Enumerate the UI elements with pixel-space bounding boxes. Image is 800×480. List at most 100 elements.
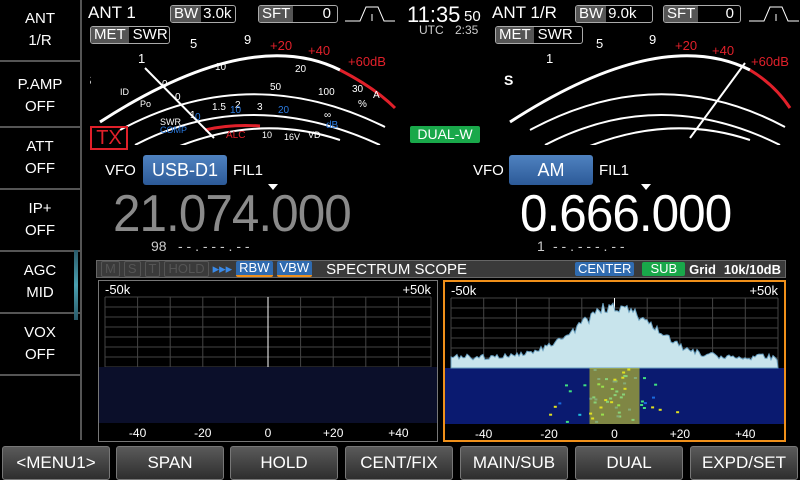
id-label: ID: [120, 87, 130, 97]
tick: +60dB: [348, 54, 386, 69]
span-right-label: +50k: [749, 283, 778, 298]
sub-vfo-label: VFO: [473, 162, 504, 179]
sub-filter[interactable]: FIL1: [599, 162, 629, 179]
tick: 100: [318, 87, 335, 98]
tick: +60dB: [751, 54, 789, 69]
main-bw[interactable]: BW 3.0k: [170, 5, 236, 23]
bw-value: 3.0k: [201, 6, 236, 22]
sidebar-scrollbar[interactable]: [74, 250, 78, 320]
tick: +40: [712, 43, 734, 58]
label: ATT: [0, 136, 80, 158]
label: P.AMP: [0, 74, 80, 96]
x-tick-label: -40: [129, 426, 147, 440]
tick: 5: [190, 36, 197, 51]
sidebar-item-preamp[interactable]: P.AMP OFF: [0, 66, 80, 128]
waterfall-signal: [565, 384, 568, 386]
value: OFF: [0, 96, 80, 118]
tick: dB: [326, 120, 339, 131]
sidebar-item-att[interactable]: ATT OFF: [0, 128, 80, 190]
expd-set-button[interactable]: EXPD/SET: [690, 446, 798, 480]
label: VOX: [0, 322, 80, 344]
sidebar: ANT 1/R P.AMP OFF ATT OFF IP+ OFF AGC MID VOX…: [0, 0, 82, 440]
tick: 9: [649, 32, 656, 47]
po-label: Po: [140, 99, 151, 109]
sub-sft[interactable]: SFT 0: [663, 5, 741, 23]
sweep-speed-icon: ▸▸▸: [213, 261, 233, 277]
sidebar-item-antenna[interactable]: ANT 1/R: [0, 0, 80, 62]
x-tick-label: +40: [388, 426, 409, 440]
main-sub-button[interactable]: MAIN/SUB: [460, 446, 568, 480]
main-frequency[interactable]: 21.074.000: [113, 184, 351, 244]
bw-label: BW: [171, 6, 201, 22]
grid-value: 10k/10dB: [724, 262, 781, 277]
sub-bw[interactable]: BW 9.0k: [575, 5, 653, 23]
sub-spectrum[interactable]: -50k +50k -40 -20 0 +20 +40: [445, 282, 784, 440]
tick: 10: [262, 130, 272, 140]
rbw-button[interactable]: RBW: [236, 261, 272, 277]
waterfall-signal: [558, 402, 561, 404]
waterfall-signal: [569, 390, 572, 392]
tick: VD: [308, 130, 321, 140]
tick: 1: [546, 51, 553, 66]
value: OFF: [0, 158, 80, 180]
label: AGC: [0, 260, 80, 282]
sub-mode-button[interactable]: AM: [509, 155, 593, 185]
x-tick-label: +20: [323, 426, 344, 440]
value: OFF: [0, 220, 80, 242]
tick: %: [358, 99, 367, 110]
main-spectrum[interactable]: -50k +50k -40 -20 0 +20 +40: [99, 281, 437, 441]
alc-label: ALC: [226, 130, 245, 141]
waterfall-signal: [566, 421, 569, 423]
sub-scope[interactable]: -50k +50k -40 -20 0 +20 +40: [443, 280, 786, 442]
tick: 16V: [284, 132, 300, 142]
main-memory-channel: 98: [151, 238, 167, 254]
tick: 5: [596, 36, 603, 51]
sub-badge[interactable]: SUB: [642, 262, 685, 276]
label: ANT: [0, 8, 80, 30]
x-tick-label: -40: [475, 427, 493, 440]
sub-frequency[interactable]: 0.666.000: [520, 184, 731, 244]
sub-antenna: ANT 1/R: [492, 3, 557, 23]
sft-label: SFT: [259, 6, 293, 22]
sft-value: 0: [698, 6, 740, 22]
value: MID: [0, 282, 80, 304]
sub-memory-channel: 1: [537, 238, 545, 254]
main-memo-name: - - . - - - . - -: [178, 238, 250, 254]
tick: 3: [257, 102, 263, 113]
spectrum-trace: [451, 303, 778, 368]
utc-time: 2:35: [455, 23, 478, 37]
tick: 20: [295, 64, 307, 75]
sidebar-item-agc[interactable]: AGC MID: [0, 252, 80, 314]
waterfall-signal: [654, 384, 657, 386]
main-vfo-label: VFO: [105, 162, 136, 179]
vbw-button[interactable]: VBW: [277, 261, 313, 277]
tick: +20: [675, 38, 697, 53]
hold-button[interactable]: HOLD: [230, 446, 338, 480]
menu-button[interactable]: <MENU1>: [2, 446, 110, 480]
bw-value: 9.0k: [606, 6, 652, 22]
tick: 30: [352, 84, 364, 95]
main-filter[interactable]: FIL1: [233, 162, 263, 179]
span-button[interactable]: SPAN: [116, 446, 224, 480]
waterfall-signal: [583, 384, 586, 386]
indicator-m: M: [101, 261, 120, 277]
dual-watch-badge[interactable]: DUAL-W: [410, 126, 480, 143]
waterfall-signal: [590, 368, 640, 424]
tick: 20: [278, 105, 290, 116]
x-tick-label: -20: [194, 426, 212, 440]
span-left-label: -50k: [105, 282, 131, 297]
main-mode-button[interactable]: USB-D1: [143, 155, 227, 185]
main-scope[interactable]: -50k +50k -40 -20 0 +20 +40: [98, 280, 438, 442]
s-label: S: [504, 72, 513, 88]
dual-button[interactable]: DUAL: [575, 446, 683, 480]
main-sft[interactable]: SFT 0: [258, 5, 338, 23]
waterfall-signal: [659, 409, 662, 411]
center-mode-badge[interactable]: CENTER: [575, 262, 634, 276]
grid-label: Grid: [689, 262, 716, 277]
waterfall-signal: [578, 414, 581, 416]
tick: 1.5: [212, 102, 226, 113]
sidebar-item-vox[interactable]: VOX OFF: [0, 314, 80, 376]
sidebar-item-ipplus[interactable]: IP+ OFF: [0, 190, 80, 252]
indicator-s: S: [124, 261, 141, 277]
cent-fix-button[interactable]: CENT/FIX: [345, 446, 453, 480]
